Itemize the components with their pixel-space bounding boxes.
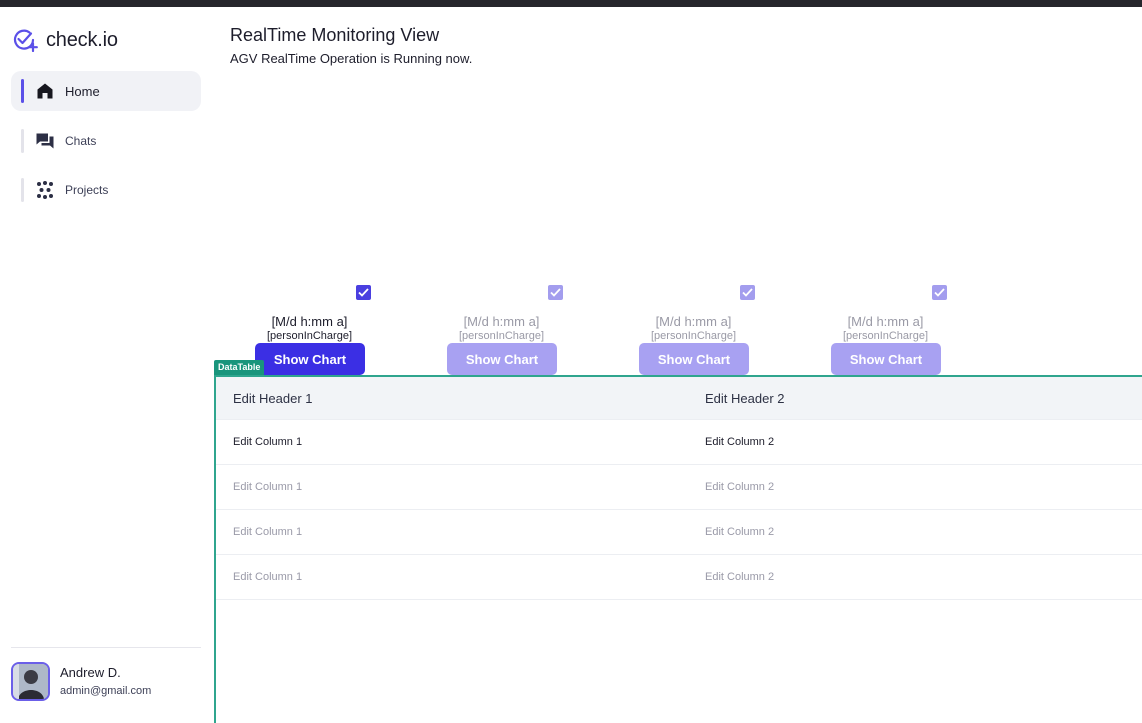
check-icon [742,288,753,297]
item-indicator [21,178,24,202]
show-chart-button[interactable]: Show Chart [447,343,557,375]
table-cell: Edit Column 2 [705,436,775,448]
user-profile[interactable]: Andrew D. admin@gmail.com [11,662,201,702]
sidebar-item-label: Home [65,83,100,99]
table-cell: Edit Column 1 [233,526,303,538]
monitor-card-1: [M/d h:mm a] [personInCharge] Show Chart [255,285,375,377]
app-logo[interactable]: check.io [12,28,118,52]
table-header-2[interactable]: Edit Header 2 [705,391,785,406]
app-name: check.io [46,28,118,51]
show-chart-button[interactable]: Show Chart [255,343,365,375]
card-checkbox[interactable] [548,285,563,300]
home-icon [37,83,53,99]
table-cell: Edit Column 1 [233,436,303,448]
page-subtitle: AGV RealTime Operation is Running now. [230,51,473,66]
card-person: [personInCharge] [267,330,352,342]
table-row[interactable]: Edit Column 1 Edit Column 2 [216,555,1142,600]
table-header-row: Edit Header 1 Edit Header 2 [216,377,1142,420]
user-email: admin@gmail.com [60,685,152,697]
card-person: [personInCharge] [651,330,736,342]
card-person: [personInCharge] [459,330,544,342]
sidebar-item-projects[interactable]: Projects [11,170,201,210]
projects-icon [37,181,53,199]
table-header-1[interactable]: Edit Header 1 [233,391,313,406]
monitor-card-4: [M/d h:mm a] [personInCharge] Show Chart [831,285,951,377]
sidebar-item-label: Projects [65,183,109,197]
card-checkbox[interactable] [932,285,947,300]
table-row[interactable]: Edit Column 1 Edit Column 2 [216,510,1142,555]
monitor-card-3: [M/d h:mm a] [personInCharge] Show Chart [639,285,759,377]
page-title: RealTime Monitoring View [230,25,440,45]
card-checkbox[interactable] [356,285,371,300]
monitor-card-2: [M/d h:mm a] [personInCharge] Show Chart [447,285,567,377]
table-row[interactable]: Edit Column 1 Edit Column 2 [216,420,1142,465]
table-row[interactable]: Edit Column 1 Edit Column 2 [216,465,1142,510]
card-checkbox[interactable] [740,285,755,300]
sidebar-divider [11,647,201,648]
avatar[interactable] [11,662,50,701]
table-cell: Edit Column 1 [233,481,303,493]
sidebar-item-chats[interactable]: Chats [11,121,201,161]
sidebar: check.io Home Chats Projects Andrew D. a… [0,7,213,723]
datatable-badge: DataTable [214,360,265,375]
card-date: [M/d h:mm a] [271,314,348,329]
card-person: [personInCharge] [843,330,928,342]
card-date: [M/d h:mm a] [847,314,924,329]
active-indicator [21,79,24,103]
check-icon [550,288,561,297]
sidebar-item-home[interactable]: Home [11,71,201,111]
check-icon [358,288,369,297]
card-date: [M/d h:mm a] [655,314,732,329]
table-cell: Edit Column 2 [705,481,775,493]
show-chart-button[interactable]: Show Chart [831,343,941,375]
chat-icon [36,133,54,149]
check-icon [934,288,945,297]
show-chart-button[interactable]: Show Chart [639,343,749,375]
table-cell: Edit Column 2 [705,526,775,538]
data-table: Edit Header 1 Edit Header 2 Edit Column … [214,375,1142,723]
check-plus-icon [13,29,38,52]
avatar-image [13,664,48,699]
sidebar-item-label: Chats [65,134,97,148]
table-cell: Edit Column 2 [705,571,775,583]
user-name: Andrew D. [60,665,121,680]
window-top-bar [0,0,1142,7]
card-date: [M/d h:mm a] [463,314,540,329]
item-indicator [21,129,24,153]
table-cell: Edit Column 1 [233,571,303,583]
